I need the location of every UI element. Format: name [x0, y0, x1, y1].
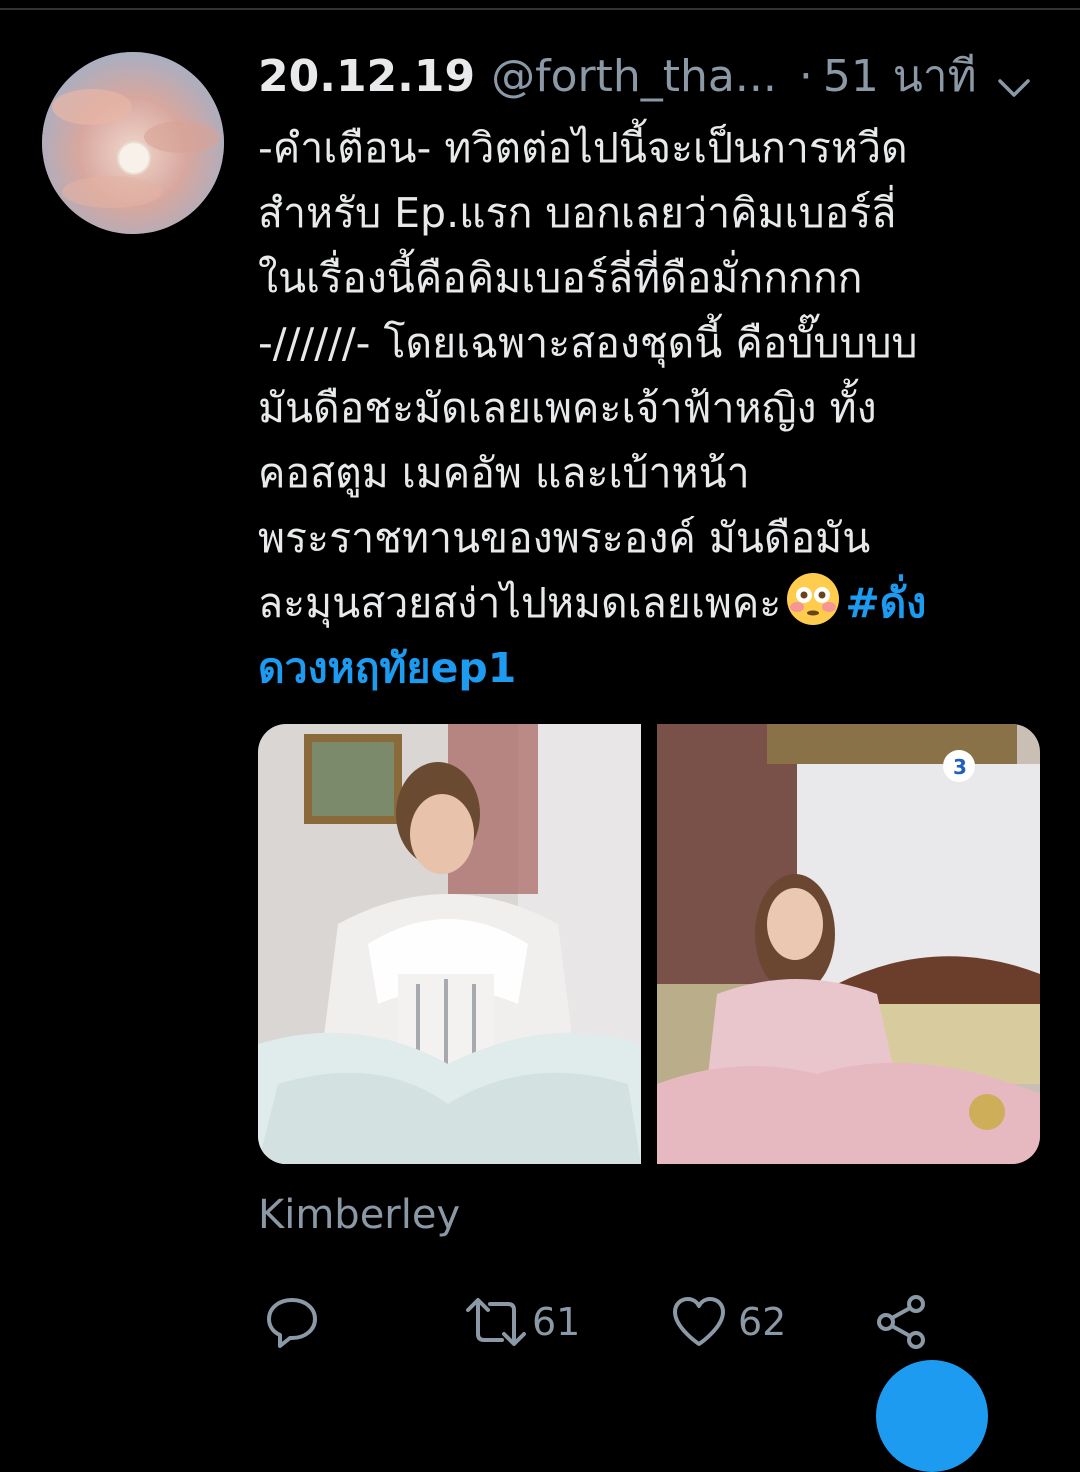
avatar[interactable]: [42, 52, 224, 234]
tweet-line: ละมุนสวยสง่าไปหมดเลยเพคะ: [258, 579, 782, 627]
user-handle[interactable]: @forth_tha...: [491, 51, 777, 102]
heart-icon: [670, 1294, 728, 1350]
like-count: 62: [738, 1300, 787, 1344]
chevron-down-icon[interactable]: [994, 64, 1034, 97]
tweet-actions: 61 62: [258, 1290, 1048, 1360]
media-caption: Kimberley: [258, 1192, 461, 1238]
tweet-line-last: ละมุนสวยสง่าไปหมดเลยเพคะ #ดั่ง: [258, 571, 1048, 636]
flushed-face-emoji-icon: [785, 571, 841, 627]
share-icon: [874, 1294, 930, 1350]
compose-fab-button[interactable]: [876, 1360, 988, 1472]
tweet-line: -คำเตือน- ทวิตต่อไปนี้จะเป็นการหวีด: [258, 124, 908, 172]
display-name[interactable]: 20.12.19: [258, 51, 475, 102]
reply-icon: [264, 1294, 320, 1350]
media-image-2[interactable]: 3: [657, 724, 1040, 1164]
retweet-count: 61: [532, 1300, 581, 1344]
like-button[interactable]: 62: [670, 1290, 786, 1354]
media-gallery: 3: [258, 724, 1040, 1164]
top-divider: [0, 8, 1080, 10]
separator-dot: ·: [798, 51, 813, 102]
timestamp[interactable]: 51 นาที: [823, 51, 977, 102]
reply-button[interactable]: [264, 1290, 320, 1354]
hashtag-link[interactable]: #ดั่ง: [845, 579, 926, 627]
tweet-line: คอสตูม เมคอัพ และเบ้าหน้า: [258, 449, 750, 497]
tweet-line: มันดือชะมัดเลยเพคะเจ้าฟ้าหญิง ทั้ง: [258, 384, 877, 432]
media-image-1[interactable]: [258, 724, 641, 1164]
svg-text:3: 3: [953, 755, 967, 779]
share-button[interactable]: [874, 1290, 930, 1354]
tweet-line: ในเรื่องนี้คือคิมเบอร์ลี่ที่ดือมั่กกกกก: [258, 254, 863, 302]
hashtag-link[interactable]: ดวงหฤทัยep1: [258, 636, 1048, 701]
tweet-header: 20.12.19 @forth_tha... · 51 นาที: [258, 52, 1048, 102]
retweet-icon: [464, 1294, 528, 1350]
tweet-line: สำหรับ Ep.แรก บอกเลยว่าคิมเบอร์ลี่: [258, 189, 897, 237]
tweet-text: -คำเตือน- ทวิตต่อไปนี้จะเป็นการหวีดสำหรั…: [258, 116, 1048, 701]
retweet-button[interactable]: 61: [464, 1290, 580, 1354]
tweet-line: พระราชทานของพระองค์ มันดือมัน: [258, 514, 871, 562]
tweet-line: -//////- โดยเฉพาะสองชุดนี้ คือบั๊บบบบ: [258, 319, 918, 367]
